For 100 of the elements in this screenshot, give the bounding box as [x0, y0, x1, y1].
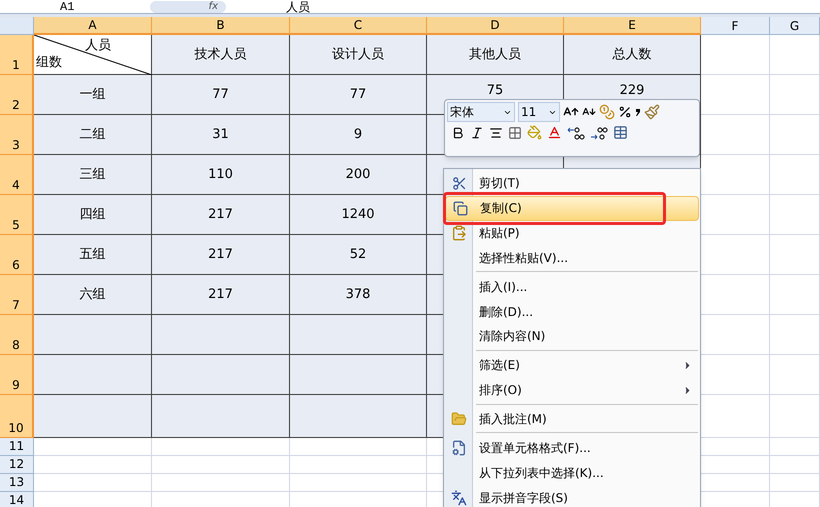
row-header[interactable]: 3 [0, 115, 34, 155]
characters-icon [451, 490, 467, 506]
bold-icon[interactable] [451, 126, 465, 140]
select-all-corner[interactable] [0, 17, 34, 35]
row-header[interactable]: 11 [0, 438, 34, 456]
table-cell[interactable] [152, 395, 290, 438]
increase-decimal-icon[interactable] [567, 126, 585, 140]
font-color-icon[interactable] [547, 125, 562, 140]
table-cell[interactable]: 1240 [290, 195, 427, 235]
cell-text: 总人数 [612, 46, 652, 64]
cell-text: 组数 [36, 54, 62, 72]
menu-item[interactable]: 删除(D)... [445, 299, 699, 324]
table-cell[interactable] [152, 355, 290, 395]
menu-item[interactable]: 插入(I)... [445, 274, 699, 300]
table-cell[interactable] [34, 355, 152, 395]
menu-item[interactable]: 选择性粘贴(V)... [445, 246, 699, 270]
cell-text: 229 [620, 82, 644, 100]
align-center-icon[interactable] [489, 126, 503, 140]
cell-text: 人员 [85, 37, 111, 55]
table-cell[interactable]: 总人数 [564, 35, 701, 75]
cell-text: 75 [486, 82, 504, 100]
table-cell[interactable]: 设计人员 [290, 35, 427, 75]
name-box[interactable]: A1 [0, 0, 150, 12]
cell-text: 217 [208, 246, 233, 264]
size-dropdown[interactable]: 11 [518, 102, 560, 122]
table-cell[interactable]: 五组 [34, 235, 152, 275]
table-cell[interactable]: 217 [152, 235, 290, 275]
fx-button[interactable]: fx [150, 0, 226, 12]
cell-text: 217 [208, 206, 233, 224]
cell-text: 77 [350, 86, 366, 104]
column-header[interactable]: E [564, 17, 701, 35]
table-cell[interactable]: 四组 [34, 195, 152, 235]
table-cell[interactable]: 其他人员 [427, 35, 564, 75]
font-dropdown[interactable]: 宋体 [447, 102, 515, 122]
column-header[interactable]: G [770, 17, 820, 35]
menu-item[interactable]: 设置单元格格式(F)... [445, 435, 699, 460]
menu-item[interactable]: 显示拼音字段(S) [445, 485, 699, 507]
cell-text: 二组 [80, 126, 106, 144]
table-cell[interactable]: 52 [290, 235, 427, 275]
table-cell[interactable]: 110 [152, 155, 290, 195]
menu-item[interactable]: 筛选(E) [445, 352, 699, 378]
formula-value[interactable]: 人员 [286, 0, 310, 12]
column-header[interactable]: F [701, 17, 770, 35]
cell-text: 110 [208, 166, 233, 184]
table-cell[interactable] [34, 395, 152, 438]
table-cell[interactable]: 200 [290, 155, 427, 195]
row-header[interactable]: 2 [0, 75, 34, 115]
table-cell[interactable]: 二组 [34, 115, 152, 155]
row-header[interactable]: 4 [0, 155, 34, 195]
cell-text: 52 [350, 246, 366, 264]
row-header[interactable]: 13 [0, 474, 34, 492]
table-cell[interactable]: 三组 [34, 155, 152, 195]
table-cell[interactable]: 六组 [34, 275, 152, 315]
row-header[interactable]: 7 [0, 275, 34, 315]
column-header[interactable]: C [290, 17, 427, 35]
merge-center-icon[interactable] [613, 125, 628, 140]
menu-item[interactable]: 排序(O) [445, 378, 699, 403]
table-cell[interactable]: 217 [152, 275, 290, 315]
fill-color-icon[interactable] [527, 125, 542, 140]
document-icon [451, 440, 467, 456]
decrease-decimal-icon[interactable] [590, 126, 608, 140]
table-cell[interactable] [290, 395, 427, 438]
table-cell[interactable]: 31 [152, 115, 290, 155]
table-cell[interactable] [152, 315, 290, 355]
borders-icon[interactable] [508, 126, 522, 140]
table-cell[interactable]: 378 [290, 275, 427, 315]
table-cell[interactable]: 技术人员 [152, 35, 290, 75]
menu-item[interactable]: 粘贴(P) [445, 220, 699, 246]
column-header[interactable]: A [34, 17, 152, 35]
row-header[interactable]: 5 [0, 195, 34, 235]
row-header[interactable]: 8 [0, 315, 34, 355]
cell-text: 技术人员 [194, 46, 246, 64]
column-header[interactable]: B [152, 17, 290, 35]
row-header[interactable]: 14 [0, 492, 34, 507]
menu-item[interactable]: 清除内容(N) [445, 324, 699, 349]
table-cell[interactable]: 一组 [34, 75, 152, 115]
italic-icon[interactable] [470, 126, 484, 140]
column-header[interactable]: D [427, 17, 564, 35]
comma-icon[interactable] [635, 107, 641, 117]
table-cell[interactable] [290, 355, 427, 395]
cell-text: 31 [212, 126, 229, 144]
row-header[interactable]: 12 [0, 456, 34, 474]
cell-text: 217 [208, 286, 233, 304]
row-header[interactable]: 6 [0, 235, 34, 275]
menu-item[interactable]: 剪切(T) [445, 171, 699, 196]
row-header[interactable]: 9 [0, 355, 34, 395]
table-cell[interactable]: 77 [290, 75, 427, 115]
percent-icon[interactable] [618, 105, 632, 119]
table-cell[interactable]: 217 [152, 195, 290, 235]
menu-item[interactable]: 插入批注(M) [445, 406, 699, 432]
cell-text: 1240 [341, 206, 375, 224]
cell-text: 五组 [80, 246, 106, 264]
table-cell[interactable] [34, 315, 152, 355]
menu-item[interactable]: 从下拉列表中选择(K)... [445, 460, 699, 486]
table-cell[interactable] [290, 315, 427, 355]
menu-item[interactable]: 复制(C) [445, 196, 699, 221]
row-header[interactable]: 10 [0, 395, 34, 438]
table-cell[interactable]: 9 [290, 115, 427, 155]
table-cell[interactable]: 77 [152, 75, 290, 115]
row-header[interactable]: 1 [0, 35, 34, 75]
